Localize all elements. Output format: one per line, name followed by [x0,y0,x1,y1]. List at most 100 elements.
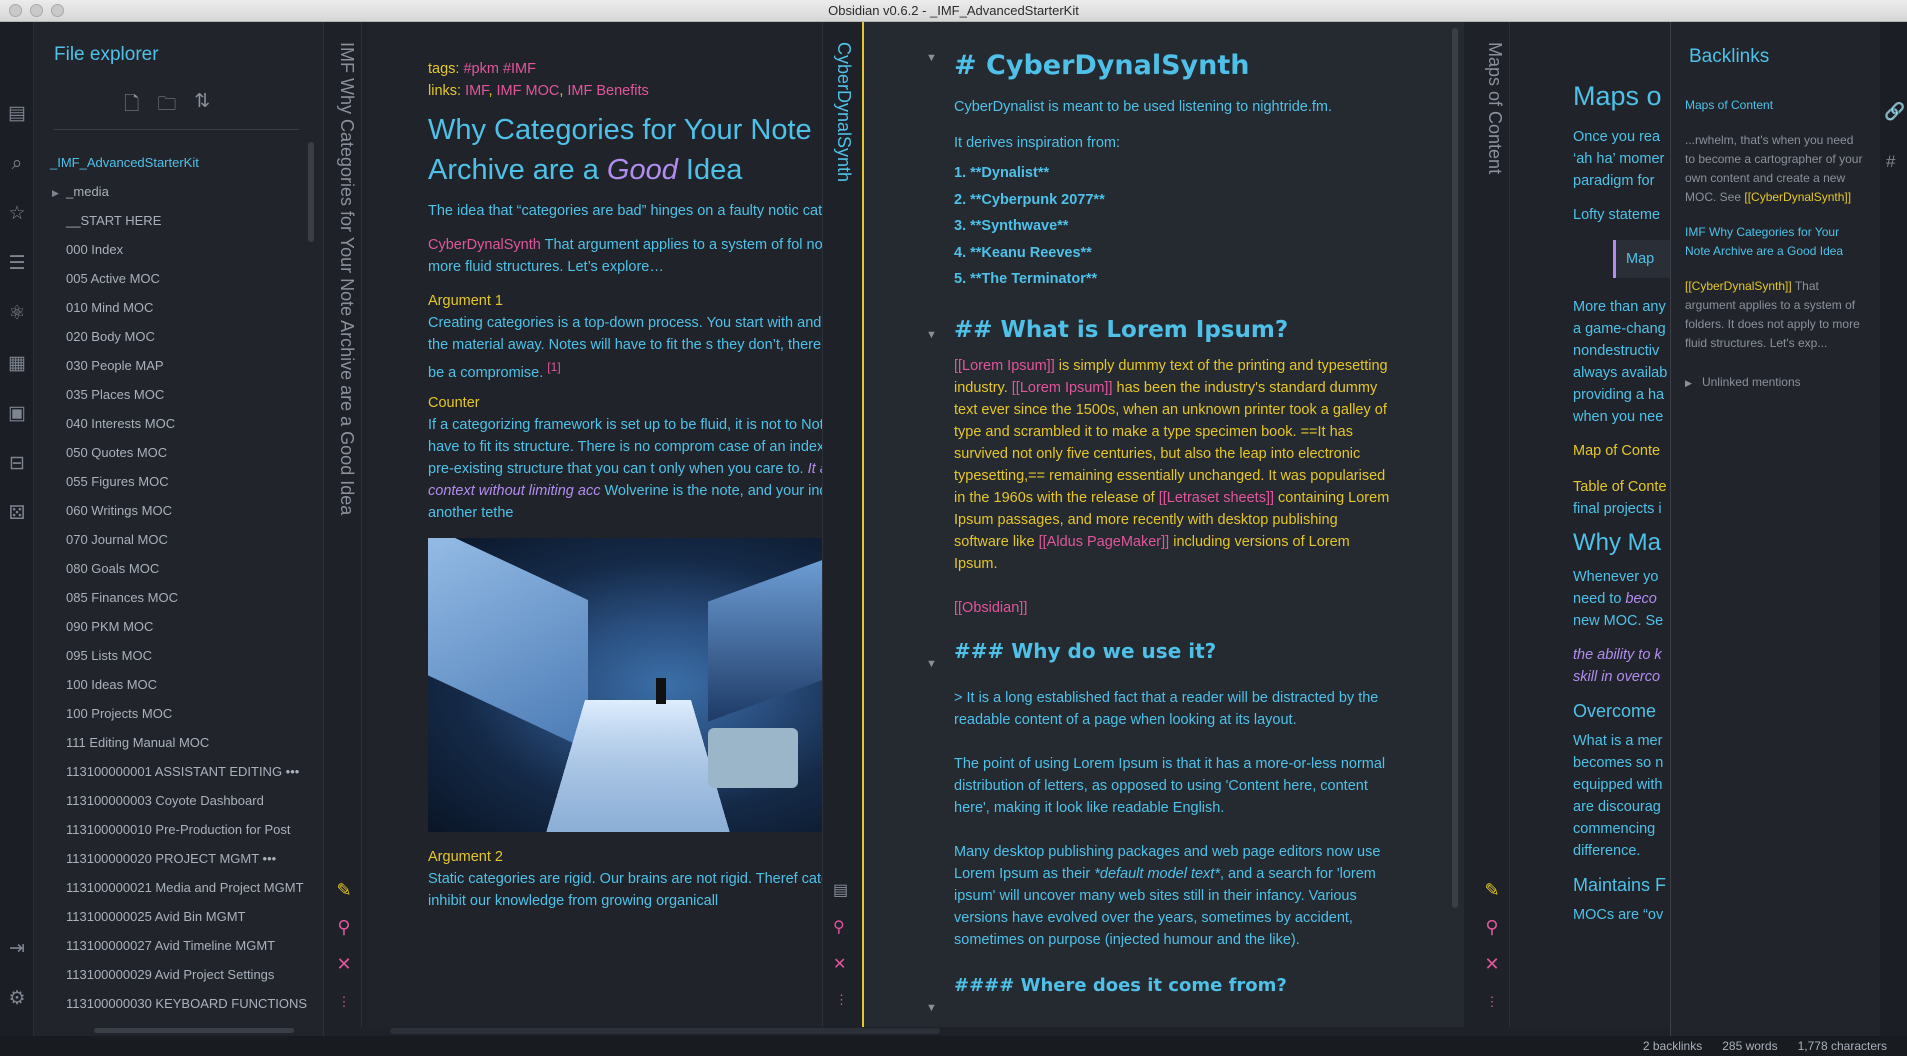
tree-item[interactable]: 085 Finances MOC [48,583,308,612]
tree-item[interactable]: 035 Places MOC [48,380,308,409]
hashtag-icon[interactable]: # [1886,152,1895,172]
unlinked-mentions-toggle[interactable]: ▶ Unlinked mentions [1685,373,1865,393]
backlink-source[interactable]: Maps of Content [1685,96,1865,115]
internal-link[interactable]: [[Lorem Ipsum]] [954,358,1055,374]
tree-item[interactable]: 000 Index [48,235,308,264]
close-icon[interactable]: ✕ [1482,954,1502,974]
internal-link[interactable]: [[Lorem Ipsum]] [1012,380,1113,396]
window-controls[interactable] [9,4,64,17]
minimize-window-button[interactable] [30,4,43,17]
horizontal-scrollbar[interactable] [390,1028,940,1034]
more-icon[interactable]: ⋮ [334,992,354,1012]
tree-item[interactable]: 113100000030 KEYBOARD FUNCTIONS [48,989,308,1018]
gear-icon[interactable]: ⚙ [5,987,29,1011]
link-icon[interactable]: 🔗 [1884,102,1905,122]
status-items: 2 backlinks 285 words 1,778 characters [1643,1036,1887,1056]
more-icon[interactable]: ⋮ [1482,992,1502,1012]
tree-item[interactable]: 113100000020 PROJECT MGMT ••• [48,844,308,873]
tree-item[interactable]: 113100000003 Coyote Dashboard [48,786,308,815]
close-icon[interactable]: ✕ [334,954,354,974]
tree-item[interactable]: 090 PKM MOC [48,612,308,641]
backlink-source[interactable]: IMF Why Categories for Your Note Archive… [1685,223,1865,261]
calendar-icon[interactable]: ▣ [5,402,29,426]
blockquote: > It is a long established fact that a r… [954,689,1379,728]
vertical-scrollbar[interactable] [308,142,314,242]
h4: #### Where does it come from? [954,974,1287,996]
dice-icon[interactable]: ⚄ [5,502,29,526]
close-icon[interactable]: ✕ [833,954,846,974]
graph-icon[interactable]: ⚛ [5,302,29,326]
editor-content[interactable]: # CyberDynalSynth CyberDynalist is meant… [954,48,1394,999]
fold-icon[interactable]: ▼ [926,329,937,341]
fold-icon[interactable]: ▼ [926,1002,937,1014]
tree-item[interactable]: 070 Journal MOC [48,525,308,554]
tree-root[interactable]: _IMF_AdvancedStarterKit [48,148,308,177]
internal-link[interactable]: CyberDynalSynth [428,237,541,253]
fold-icon[interactable]: ▼ [926,52,937,64]
tree-folder[interactable]: ▶ _media [48,177,308,206]
tree-item[interactable]: 040 Interests MOC [48,409,308,438]
more-icon[interactable]: ⋮ [835,992,848,1008]
files-icon[interactable]: ▤ [5,102,29,126]
tree-item[interactable]: 055 Figures MOC [48,467,308,496]
tree-item[interactable]: __START HERE [48,206,308,235]
zoom-window-button[interactable] [51,4,64,17]
outline-icon[interactable]: ☰ [5,252,29,276]
close-window-button[interactable] [9,4,22,17]
search-icon[interactable]: ⌕ [5,152,29,176]
tree-item[interactable]: 050 Quotes MOC [48,438,308,467]
internal-link[interactable]: [[Obsidian]] [954,597,1394,619]
open-vault-icon[interactable]: ⇥ [5,937,29,961]
image-roof [708,554,822,722]
tree-item[interactable]: 060 Writings MOC [48,496,308,525]
tree-item[interactable]: 113100000001 ASSISTANT EDITING ••• [48,757,308,786]
tree-item[interactable]: 010 Mind MOC [48,293,308,322]
tags[interactable]: #pkm #IMF [463,61,536,77]
plugins-icon[interactable]: ▦ [5,352,29,376]
tree-item[interactable]: 113100000010 Pre-Production for Post [48,815,308,844]
pane3-title[interactable]: Maps of Content [1484,42,1505,174]
link[interactable]: IMF MOC [497,83,560,99]
edit-icon[interactable]: ✎ [1482,880,1502,900]
window-title: Obsidian v0.6.2 - _IMF_AdvancedStarterKi… [828,3,1079,18]
tree-item[interactable]: 100 Projects MOC [48,699,308,728]
new-note-icon[interactable]: 🗋 [124,90,139,122]
new-folder-icon[interactable]: 🗀 [157,90,176,122]
tree-item[interactable]: 113100000027 Avid Timeline MGMT [48,931,308,960]
pane2-title[interactable]: CyberDynalSynth [833,42,854,182]
tree-item[interactable]: 080 Goals MOC [48,554,308,583]
tree-item[interactable]: 113100000025 Avid Bin MGMT [48,902,308,931]
fold-icon[interactable]: ▼ [926,658,937,670]
paragraph: the ability to k skill in overco [1573,647,1662,685]
tree-item[interactable]: 020 Body MOC [48,322,308,351]
note-title: Why Categories for Your Note Archive are… [428,110,822,190]
inbox-icon[interactable]: ⊟ [5,452,29,476]
excerpt-link[interactable]: [[CyberDynalSynth]] [1685,279,1792,293]
tree-item[interactable]: 100 Ideas MOC [48,670,308,699]
link[interactable]: IMF [465,83,488,99]
pin-icon[interactable]: ⚲ [334,917,354,937]
tree-item[interactable]: 030 People MAP [48,351,308,380]
tree-item[interactable]: 095 Lists MOC [48,641,308,670]
paragraph-text: Creating categories is a top-down proces… [428,315,822,381]
pin-icon[interactable]: ⚲ [1482,917,1502,937]
links-line: links: IMF, IMF MOC, IMF Benefits [428,83,649,99]
tree-item[interactable]: 005 Active MOC [48,264,308,293]
star-icon[interactable]: ☆ [5,202,29,226]
pin-icon[interactable]: ⚲ [833,917,845,937]
internal-link[interactable]: [[Letraset sheets]] [1159,490,1274,506]
tree-item[interactable]: 111 Editing Manual MOC [48,728,308,757]
horizontal-scrollbar[interactable] [94,1028,294,1033]
paragraph: The idea that “categories are bad” hinge… [428,203,822,219]
sort-icon[interactable]: ⇅ [194,90,210,122]
excerpt-link[interactable]: [[CyberDynalSynth]] [1744,190,1851,204]
pane1-title[interactable]: IMF Why Categories for Your Note Archive… [336,42,357,515]
internal-link[interactable]: [[Aldus PageMaker]] [1039,534,1170,550]
tree-item[interactable]: 113100000021 Media and Project MGMT [48,873,308,902]
tree-item[interactable]: 113100000029 Avid Project Settings [48,960,308,989]
edit-icon[interactable]: ✎ [334,880,354,900]
link[interactable]: IMF Benefits [567,83,648,99]
preview-icon[interactable]: ▤ [833,880,848,900]
footnote[interactable]: [1] [547,360,560,374]
vertical-scrollbar[interactable] [1452,28,1458,908]
